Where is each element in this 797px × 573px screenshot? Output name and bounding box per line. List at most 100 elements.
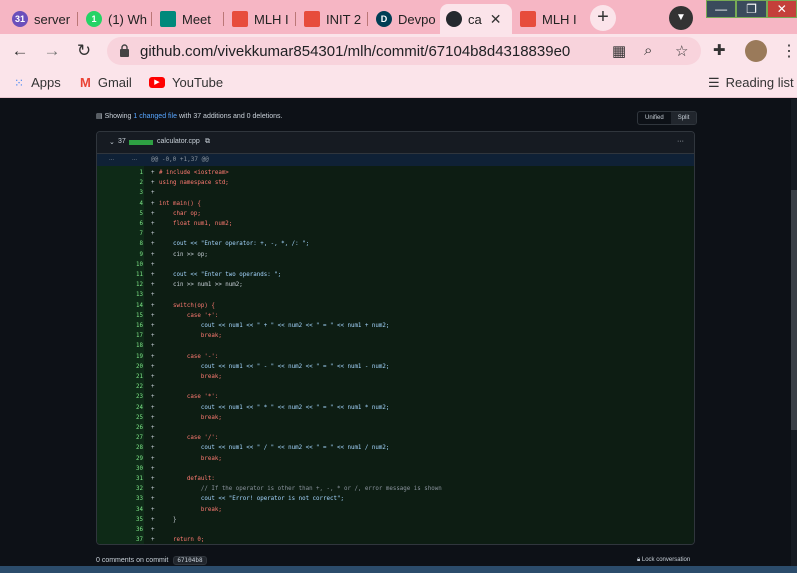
address-bar[interactable]: github.com/vivekkumar854301/mlh/commit/6… xyxy=(107,37,701,65)
url-path: /vivekkumar854301/mlh/commit/67104b8d431… xyxy=(213,43,570,60)
line-number[interactable]: 11 xyxy=(97,270,143,280)
addition-marker: + xyxy=(151,384,155,391)
addition-marker: + xyxy=(151,363,155,370)
zoom-icon[interactable]: ⌕ xyxy=(644,42,652,59)
os-taskbar xyxy=(0,566,797,573)
line-number[interactable]: 23 xyxy=(97,392,143,402)
line-number[interactable]: 4 xyxy=(97,199,144,209)
code-line: 26 + xyxy=(97,423,694,433)
chevron-down-icon[interactable]: ⌄ xyxy=(109,138,115,146)
tab-devpost[interactable]: D Devpo xyxy=(370,4,438,34)
line-number[interactable]: 30 xyxy=(97,464,143,474)
tab-init[interactable]: INIT 2 xyxy=(298,4,368,34)
tab-whatsapp[interactable]: 1 (1) Wh xyxy=(80,4,152,34)
code-line: 33 + cout << "Error! operator is not corr… xyxy=(97,494,694,504)
line-number[interactable]: 17 xyxy=(97,331,143,341)
line-number[interactable]: 35 xyxy=(97,515,143,525)
tab-server[interactable]: 31 server xyxy=(6,4,78,34)
new-tab-button[interactable]: + xyxy=(590,5,616,31)
extensions-puzzle-icon[interactable]: ✚ xyxy=(713,41,726,59)
line-number[interactable]: 29 xyxy=(97,454,143,464)
line-number[interactable]: 24 xyxy=(97,403,143,413)
line-number[interactable]: 16 xyxy=(97,321,143,331)
line-number[interactable]: 27 xyxy=(97,433,143,443)
tab-mlh-2[interactable]: MLH I xyxy=(514,4,584,34)
url-host: github.com xyxy=(140,43,214,60)
copy-path-icon[interactable]: ⧉ xyxy=(205,138,210,146)
line-number[interactable]: 6 xyxy=(97,219,144,229)
reading-list[interactable]: ☰ Reading list xyxy=(708,75,794,91)
line-number[interactable]: 25 xyxy=(97,413,143,423)
forward-arrow-icon[interactable]: → xyxy=(42,41,62,61)
back-arrow-icon[interactable]: ← xyxy=(10,41,30,61)
code-text: cout << num1 << " + " << num2 << " = " <… xyxy=(159,323,390,329)
line-number[interactable]: 28 xyxy=(97,443,143,453)
line-number[interactable]: 2 xyxy=(97,178,144,188)
line-number[interactable]: 3 xyxy=(97,188,144,198)
code-line: 30 + xyxy=(97,464,694,474)
line-number[interactable]: 20 xyxy=(97,362,143,372)
line-number[interactable]: 15 xyxy=(97,311,143,321)
additions-count: 37 xyxy=(118,138,126,145)
line-number[interactable]: 37 xyxy=(97,535,143,544)
line-number[interactable]: 7 xyxy=(97,229,144,239)
minimize-button[interactable]: — xyxy=(706,0,737,18)
scrollbar-thumb[interactable] xyxy=(791,190,797,430)
close-tab-icon[interactable]: ✕ xyxy=(490,11,502,28)
addition-marker: + xyxy=(151,445,155,452)
bookmark-youtube[interactable]: ▶ YouTube xyxy=(149,75,223,90)
split-button[interactable]: Split xyxy=(670,112,697,124)
code-line: 5 + char op; xyxy=(97,209,694,219)
tab-calculator-active[interactable]: ca ✕ xyxy=(440,4,512,34)
profile-avatar[interactable] xyxy=(745,40,767,62)
bookmark-star-icon[interactable]: ☆ xyxy=(675,42,688,60)
tab-meet[interactable]: Meet xyxy=(154,4,224,34)
line-number[interactable]: 22 xyxy=(97,382,143,392)
line-number[interactable]: 13 xyxy=(97,290,143,300)
code-line: 34 + break; xyxy=(97,505,694,515)
reload-icon[interactable]: ↻ xyxy=(74,41,94,61)
whatsapp-icon: 1 xyxy=(86,11,102,27)
commit-sha[interactable]: 67104b8 xyxy=(173,556,207,565)
code-line: 12 + cin >> num1 >> num2; xyxy=(97,280,694,290)
tab-search-icon[interactable]: ▼ xyxy=(669,6,693,30)
close-window-button[interactable]: ✕ xyxy=(766,0,797,18)
line-number[interactable]: 5 xyxy=(97,209,144,219)
line-number[interactable]: 36 xyxy=(97,525,143,535)
diffstat-bar xyxy=(129,140,153,145)
line-number[interactable]: 32 xyxy=(97,484,143,494)
line-number[interactable]: 26 xyxy=(97,423,143,433)
line-number[interactable]: 31 xyxy=(97,474,143,484)
expand-up-icon[interactable]: ... xyxy=(109,156,114,162)
line-number[interactable]: 10 xyxy=(97,260,143,270)
addition-marker: + xyxy=(151,425,155,431)
file-name[interactable]: calculator.cpp xyxy=(157,138,200,145)
line-number[interactable]: 33 xyxy=(97,494,143,504)
qr-code-icon[interactable]: ▦ xyxy=(612,42,626,60)
bookmark-gmail[interactable]: M Gmail xyxy=(80,75,132,90)
addition-marker: + xyxy=(151,272,155,278)
menu-kebab-icon[interactable]: ⋮ xyxy=(781,41,797,61)
addition-marker: + xyxy=(151,241,155,248)
bookmark-apps[interactable]: ⁙ Apps xyxy=(14,75,61,90)
expand-down-icon[interactable]: ... xyxy=(132,156,137,162)
line-number[interactable]: 14 xyxy=(97,301,143,311)
changed-files-link[interactable]: 1 changed file xyxy=(133,113,177,120)
line-number[interactable]: 8 xyxy=(97,239,144,249)
line-number[interactable]: 21 xyxy=(97,372,143,382)
file-menu-kebab[interactable]: ··· xyxy=(677,138,684,145)
lock-conversation[interactable]: 🔒︎ Lock conversation xyxy=(637,557,690,564)
line-number[interactable]: 1 xyxy=(97,168,144,178)
unified-button[interactable]: Unified xyxy=(638,112,671,124)
tab-strip: 31 server 1 (1) Wh Meet MLH I INIT 2 D D… xyxy=(0,0,797,34)
code-line: 29 + break; xyxy=(97,454,694,464)
url-text[interactable]: github.com/vivekkumar854301/mlh/commit/6… xyxy=(140,43,570,60)
line-number[interactable]: 18 xyxy=(97,341,143,351)
line-number[interactable]: 19 xyxy=(97,352,143,362)
maximize-button[interactable]: ❐ xyxy=(736,0,767,18)
tab-mlh-1[interactable]: MLH I xyxy=(226,4,296,34)
line-number[interactable]: 9 xyxy=(97,250,144,260)
line-number[interactable]: 34 xyxy=(97,505,143,515)
code-line: 22 + xyxy=(97,382,694,392)
line-number[interactable]: 12 xyxy=(97,280,143,290)
